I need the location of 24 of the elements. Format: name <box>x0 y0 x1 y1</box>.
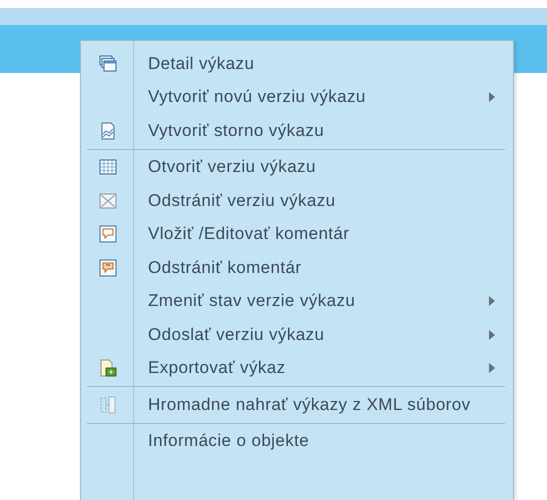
menu-item[interactable]: Hromadne nahrať výkazy z XML súborov <box>81 385 513 422</box>
menu-item[interactable]: Odoslať verziu výkazu <box>81 318 513 352</box>
table-icon <box>98 159 116 176</box>
menu-item[interactable]: Vložiť /Editovať komentár <box>81 218 513 251</box>
menu-item[interactable]: Zmeniť stav verzie výkazu <box>81 284 513 318</box>
menu-item[interactable]: Detail výkazu <box>81 47 513 80</box>
columns-icon <box>100 396 116 414</box>
submenu-arrow-icon <box>489 296 495 306</box>
menu-item[interactable]: Exportovať výkaz <box>81 352 513 385</box>
menu-item[interactable]: Odstrániť komentár <box>81 251 513 284</box>
submenu-arrow-icon <box>489 363 495 374</box>
menu-item[interactable]: Odstrániť verziu výkazu <box>81 184 513 218</box>
menu-item[interactable]: Vytvoriť storno výkazu <box>81 114 513 148</box>
comment-icon <box>98 225 116 244</box>
submenu-arrow-icon <box>489 92 495 102</box>
submenu-arrow-icon <box>489 330 495 340</box>
menu-item[interactable]: Informácie o objekte <box>81 422 513 458</box>
windows-icon <box>98 54 116 73</box>
export-document-icon <box>98 359 116 378</box>
close-icon <box>98 192 116 209</box>
comment-icon <box>98 258 116 277</box>
chart-document-icon <box>98 122 116 140</box>
menu-item[interactable]: Otvoriť verziu výkazu <box>81 148 513 184</box>
menu-item[interactable]: Vytvoriť novú verziu výkazu <box>81 80 513 114</box>
